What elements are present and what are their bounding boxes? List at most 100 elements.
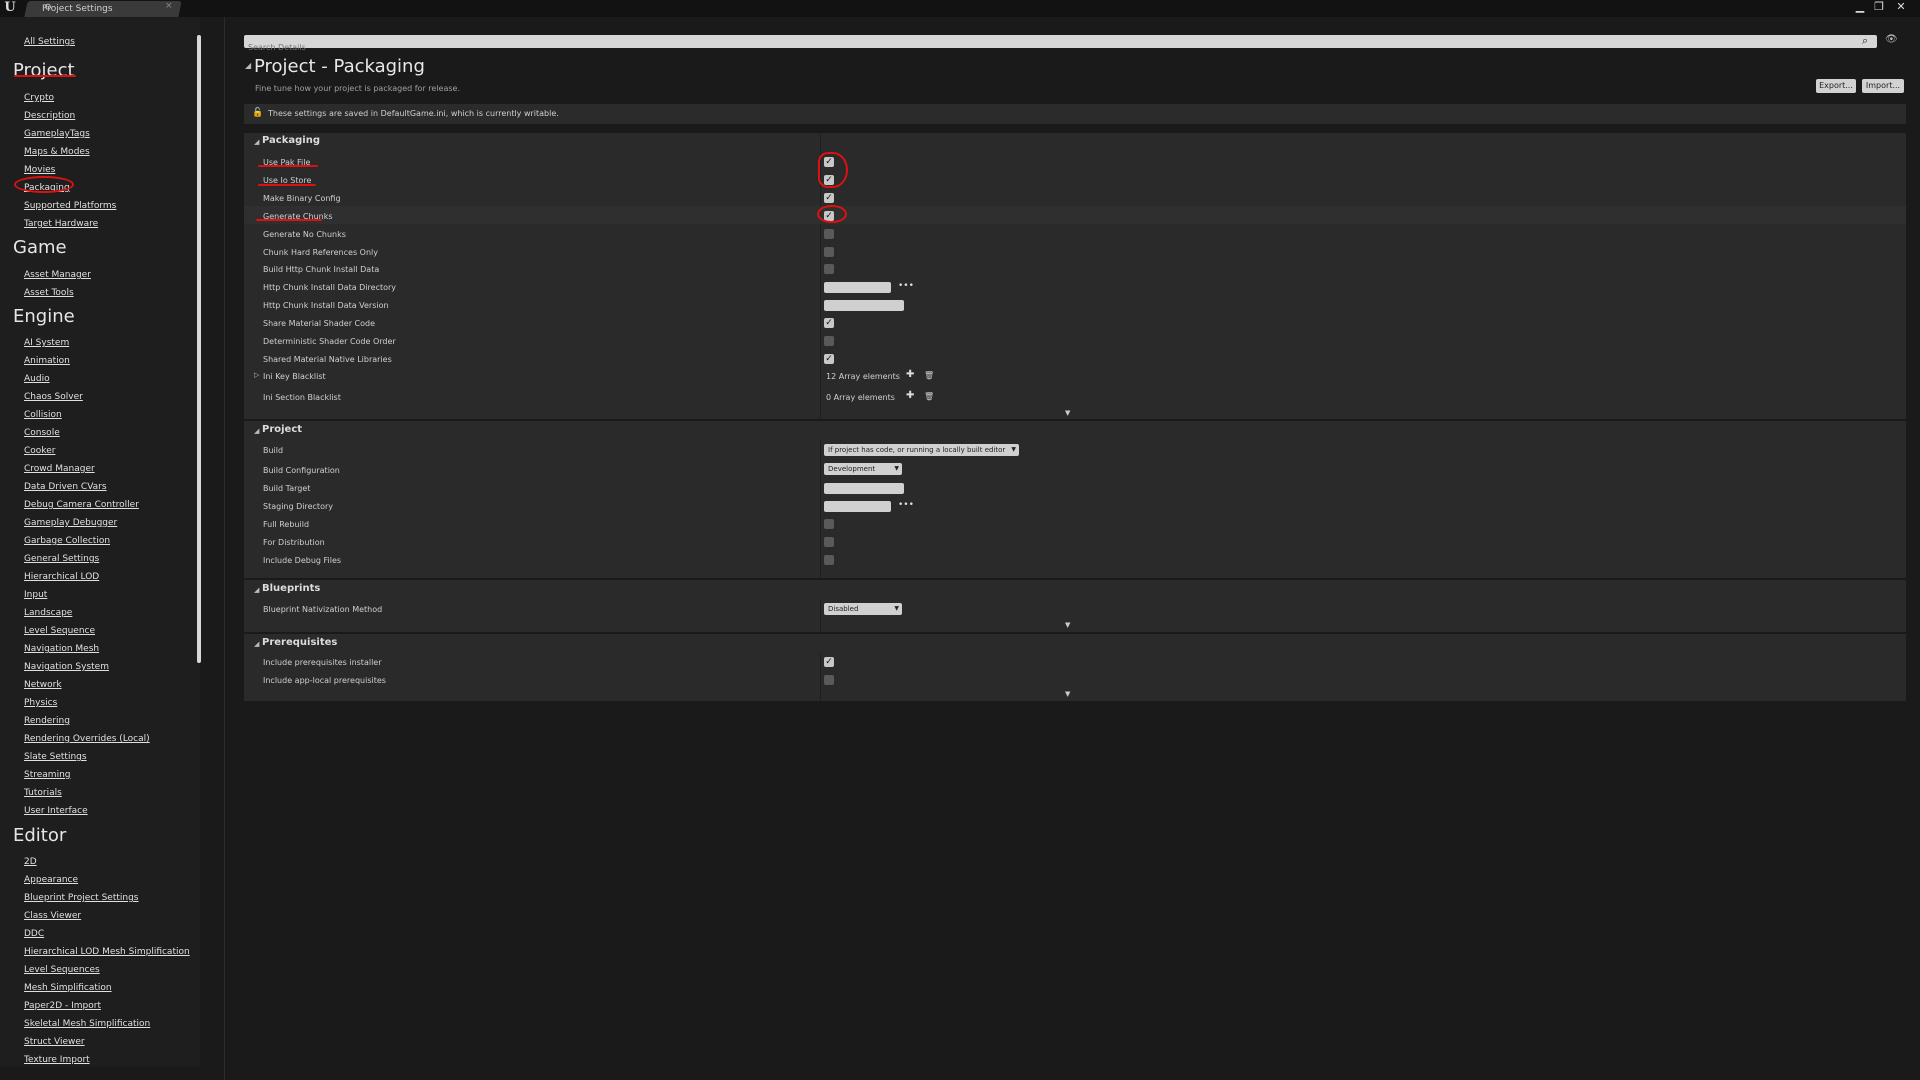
sidebar-item-supported-platforms[interactable]: Supported Platforms xyxy=(24,201,116,211)
sidebar-item-paper2d-import[interactable]: Paper2D - Import xyxy=(24,1001,101,1011)
sidebar-item-garbage-collection[interactable]: Garbage Collection xyxy=(24,536,110,546)
sidebar-item-hierarchical-lod-mesh-simplification[interactable]: Hierarchical LOD Mesh Simplification xyxy=(24,947,190,957)
import-button[interactable]: Import... xyxy=(1862,79,1904,93)
sidebar-item-collision[interactable]: Collision xyxy=(24,410,62,420)
visibility-options-icon[interactable]: 👁 xyxy=(1885,34,1898,45)
minimize-button[interactable]: ▁ xyxy=(1851,0,1869,14)
sidebar-scrollbar[interactable] xyxy=(197,35,201,663)
column-splitter[interactable] xyxy=(820,600,821,632)
full-rebuild-checkbox[interactable] xyxy=(824,519,834,529)
show-advanced-icon[interactable]: ▼ xyxy=(1065,621,1070,629)
sidebar-item-hierarchical-lod[interactable]: Hierarchical LOD xyxy=(24,572,99,582)
sidebar-item-gameplay-debugger[interactable]: Gameplay Debugger xyxy=(24,518,117,528)
sidebar-item-ai-system[interactable]: AI System xyxy=(24,338,69,348)
expand-ini-key-blacklist-icon[interactable]: ▷ xyxy=(254,371,259,379)
sidebar-item-chaos-solver[interactable]: Chaos Solver xyxy=(24,392,83,402)
sidebar-item-mesh-simplification[interactable]: Mesh Simplification xyxy=(24,983,112,993)
collapse-blueprints-icon[interactable]: ◢ xyxy=(254,586,259,594)
http-chunk-install-data-directory-field[interactable] xyxy=(824,282,891,294)
tab-close-icon[interactable]: × xyxy=(165,1,173,11)
search-input[interactable] xyxy=(244,41,1877,54)
for-distribution-checkbox[interactable] xyxy=(824,537,834,547)
close-button[interactable]: ✕ xyxy=(1892,0,1910,14)
sidebar-item-audio[interactable]: Audio xyxy=(24,374,50,384)
sidebar-item-user-interface[interactable]: User Interface xyxy=(24,806,88,816)
search-box[interactable] xyxy=(244,35,1877,54)
sidebar-item-streaming[interactable]: Streaming xyxy=(24,770,70,780)
export-button[interactable]: Export... xyxy=(1816,79,1856,93)
sidebar-item-crypto[interactable]: Crypto xyxy=(24,93,54,103)
sidebar-item-input[interactable]: Input xyxy=(24,590,47,600)
sidebar-item-struct-viewer[interactable]: Struct Viewer xyxy=(24,1037,85,1047)
app-local-prerequisites-checkbox[interactable] xyxy=(824,675,834,685)
sidebar-item-gameplaytags[interactable]: GameplayTags xyxy=(24,129,90,139)
sidebar-item-console[interactable]: Console xyxy=(24,428,60,438)
shared-material-native-libraries-checkbox[interactable]: ✓ xyxy=(824,353,834,364)
column-splitter[interactable] xyxy=(820,440,821,578)
maximize-button[interactable]: ❐ xyxy=(1870,0,1888,14)
sidebar-item-crowd-manager[interactable]: Crowd Manager xyxy=(24,464,95,474)
sidebar-item-physics[interactable]: Physics xyxy=(24,698,57,708)
trash-icon[interactable]: 🗑 xyxy=(924,392,934,401)
include-debug-files-checkbox[interactable] xyxy=(824,555,834,565)
add-element-icon[interactable]: ✚ xyxy=(906,390,914,401)
section-title-blueprints[interactable]: Blueprints xyxy=(262,583,320,594)
sidebar-item-class-viewer[interactable]: Class Viewer xyxy=(24,911,81,921)
sidebar-item-network[interactable]: Network xyxy=(24,680,62,690)
nativization-dropdown[interactable]: Disabled ▼ xyxy=(824,603,902,615)
search-icon[interactable]: ⌕ xyxy=(1862,34,1868,48)
http-chunk-install-data-version-field[interactable] xyxy=(824,300,904,312)
sidebar-item-blueprint-project-settings[interactable]: Blueprint Project Settings xyxy=(24,893,139,903)
section-title-packaging[interactable]: Packaging xyxy=(262,135,320,146)
collapse-packaging-icon[interactable]: ◢ xyxy=(254,138,259,146)
collapse-prerequisites-icon[interactable]: ◢ xyxy=(254,640,259,648)
sidebar-item-animation[interactable]: Animation xyxy=(24,356,70,366)
add-element-icon[interactable]: ✚ xyxy=(906,369,914,380)
chunk-hard-references-only-checkbox[interactable] xyxy=(824,246,834,257)
build-target-field[interactable] xyxy=(824,483,904,494)
browse-icon[interactable]: ••• xyxy=(898,281,914,291)
make-binary-config-checkbox[interactable]: ✓ xyxy=(824,192,834,203)
sidebar-item-navigation-mesh[interactable]: Navigation Mesh xyxy=(24,644,99,654)
staging-directory-field[interactable] xyxy=(824,501,891,512)
sidebar-item-ddc[interactable]: DDC xyxy=(24,929,44,939)
sidebar-item-2d[interactable]: 2D xyxy=(24,857,37,867)
share-material-shader-code-checkbox[interactable]: ✓ xyxy=(824,318,834,329)
sidebar-item-data-driven-cvars[interactable]: Data Driven CVars xyxy=(24,482,107,492)
build-configuration-dropdown[interactable]: Development ▼ xyxy=(824,463,902,475)
collapse-title-icon[interactable]: ◢ xyxy=(245,61,251,70)
sidebar-item-asset-tools[interactable]: Asset Tools xyxy=(24,288,74,298)
section-title-prerequisites[interactable]: Prerequisites xyxy=(262,637,337,648)
sidebar-item-level-sequence[interactable]: Level Sequence xyxy=(24,626,95,636)
section-title-project[interactable]: Project xyxy=(262,424,302,435)
prerequisites-installer-checkbox[interactable]: ✓ xyxy=(824,657,834,667)
sidebar-item-rendering-overrides-local[interactable]: Rendering Overrides (Local) xyxy=(24,734,150,744)
trash-icon[interactable]: 🗑 xyxy=(924,371,934,380)
generate-no-chunks-checkbox[interactable] xyxy=(824,228,834,239)
deterministic-shader-code-order-checkbox[interactable] xyxy=(824,336,834,346)
sidebar-item-asset-manager[interactable]: Asset Manager xyxy=(24,270,91,280)
sidebar-item-appearance[interactable]: Appearance xyxy=(24,875,78,885)
collapse-project-icon[interactable]: ◢ xyxy=(254,427,259,435)
sidebar-item-navigation-system[interactable]: Navigation System xyxy=(24,662,109,672)
sidebar-item-tutorials[interactable]: Tutorials xyxy=(24,788,62,798)
browse-icon[interactable]: ••• xyxy=(898,500,914,510)
sidebar-item-all-settings[interactable]: All Settings xyxy=(24,37,75,47)
sidebar-item-cooker[interactable]: Cooker xyxy=(24,446,55,456)
sidebar-item-general-settings[interactable]: General Settings xyxy=(24,554,99,564)
sidebar-item-description[interactable]: Description xyxy=(24,111,75,121)
sidebar-item-slate-settings[interactable]: Slate Settings xyxy=(24,752,87,762)
build-dropdown[interactable]: If project has code, or running a locall… xyxy=(824,444,1019,456)
show-advanced-icon[interactable]: ▼ xyxy=(1065,690,1070,698)
sidebar-item-movies[interactable]: Movies xyxy=(24,165,55,175)
sidebar-item-texture-import[interactable]: Texture Import xyxy=(24,1055,90,1065)
sidebar-item-landscape[interactable]: Landscape xyxy=(24,608,72,618)
sidebar-item-rendering[interactable]: Rendering xyxy=(24,716,70,726)
sidebar-item-maps-modes[interactable]: Maps & Modes xyxy=(24,147,90,157)
show-advanced-icon[interactable]: ▼ xyxy=(1065,409,1070,417)
sidebar-item-level-sequences[interactable]: Level Sequences xyxy=(24,965,100,975)
sidebar-item-skeletal-mesh-simplification[interactable]: Skeletal Mesh Simplification xyxy=(24,1019,150,1029)
sidebar-item-debug-camera-controller[interactable]: Debug Camera Controller xyxy=(24,500,139,510)
sidebar-item-target-hardware[interactable]: Target Hardware xyxy=(24,219,98,229)
column-splitter[interactable] xyxy=(820,653,821,701)
